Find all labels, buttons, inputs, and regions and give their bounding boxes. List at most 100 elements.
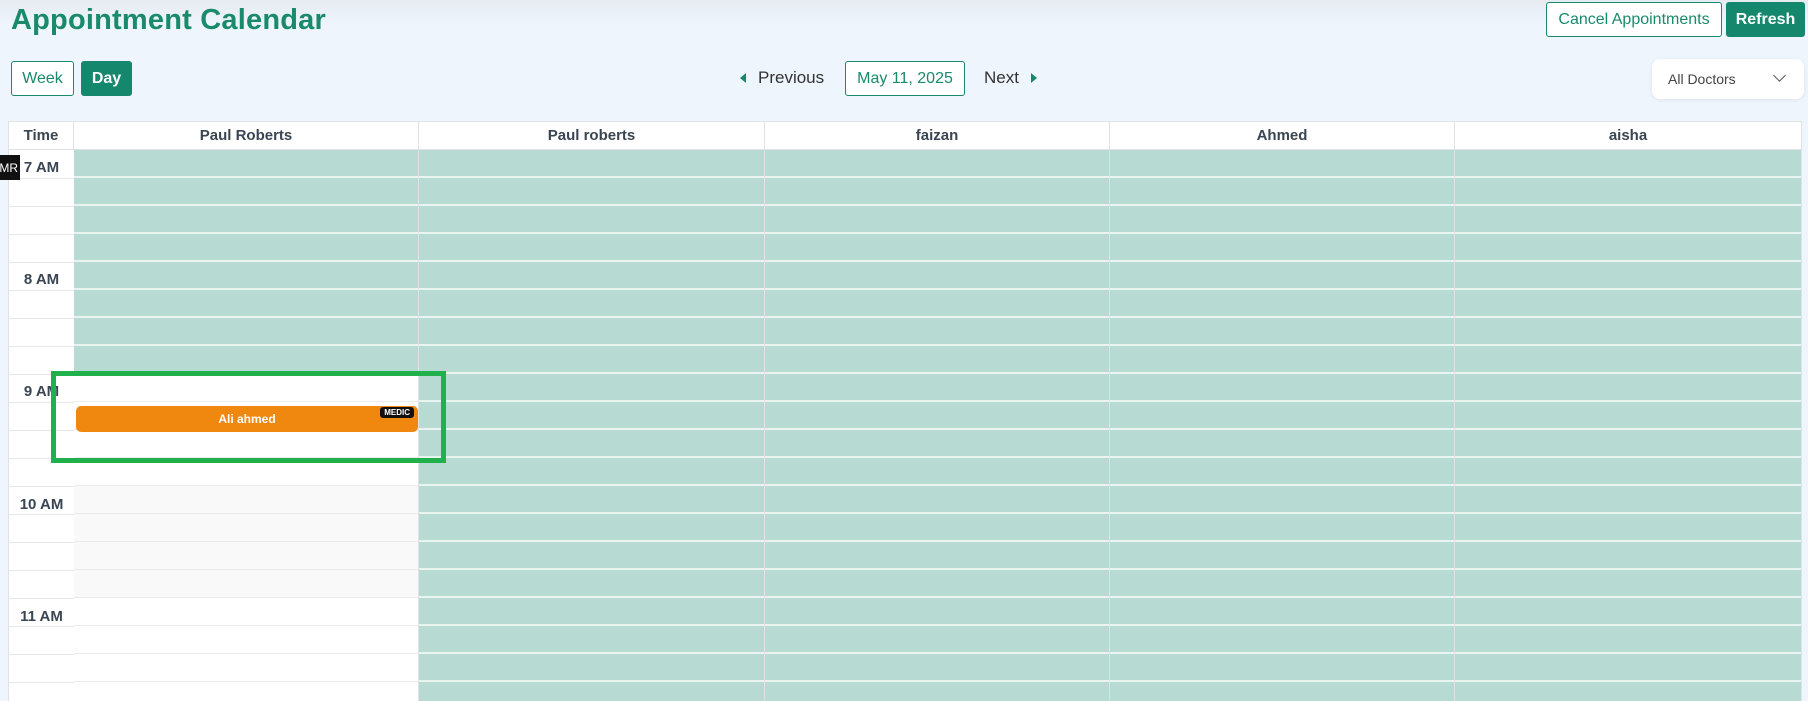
time-slot-cell[interactable] xyxy=(1455,682,1801,701)
time-slot-cell[interactable] xyxy=(419,682,764,701)
time-slot-cell[interactable] xyxy=(74,514,418,542)
time-slot-cell[interactable] xyxy=(1110,598,1454,626)
time-slot-cell[interactable] xyxy=(1110,514,1454,542)
time-slot-cell[interactable] xyxy=(74,682,418,701)
time-slot-cell[interactable] xyxy=(1455,654,1801,682)
time-slot-cell[interactable] xyxy=(74,346,418,374)
time-slot-cell[interactable] xyxy=(765,402,1109,430)
time-slot-cell[interactable] xyxy=(1455,486,1801,514)
time-slot-cell[interactable] xyxy=(419,654,764,682)
time-slot-cell[interactable] xyxy=(1455,458,1801,486)
time-slot-cell[interactable] xyxy=(74,598,418,626)
time-slot-cell[interactable] xyxy=(1455,542,1801,570)
time-slot-cell[interactable] xyxy=(1110,486,1454,514)
time-slot-cell[interactable] xyxy=(765,542,1109,570)
time-slot-cell[interactable] xyxy=(419,542,764,570)
time-slot-cell[interactable] xyxy=(1455,402,1801,430)
time-slot-cell[interactable] xyxy=(765,654,1109,682)
time-slot-cell[interactable] xyxy=(765,318,1109,346)
time-slot-cell[interactable] xyxy=(765,514,1109,542)
time-slot-cell[interactable] xyxy=(419,626,764,654)
time-slot-cell[interactable] xyxy=(765,234,1109,262)
time-slot-cell[interactable] xyxy=(1455,150,1801,178)
time-slot-cell[interactable] xyxy=(765,262,1109,290)
time-slot-cell[interactable] xyxy=(74,654,418,682)
time-slot-cell[interactable] xyxy=(1455,290,1801,318)
time-slot-cell[interactable] xyxy=(1110,542,1454,570)
time-slot-cell[interactable] xyxy=(765,290,1109,318)
time-slot-cell[interactable] xyxy=(74,374,418,402)
time-slot-cell[interactable] xyxy=(765,486,1109,514)
time-slot-cell[interactable] xyxy=(1455,626,1801,654)
time-slot-cell[interactable] xyxy=(1110,654,1454,682)
time-slot-cell[interactable] xyxy=(419,430,764,458)
time-slot-cell[interactable] xyxy=(74,542,418,570)
time-slot-cell[interactable] xyxy=(1110,290,1454,318)
time-slot-cell[interactable] xyxy=(1110,570,1454,598)
time-slot-cell[interactable] xyxy=(1455,598,1801,626)
time-slot-cell[interactable] xyxy=(1110,374,1454,402)
time-slot-cell[interactable] xyxy=(1455,430,1801,458)
time-slot-cell[interactable] xyxy=(74,206,418,234)
time-slot-cell[interactable] xyxy=(765,374,1109,402)
time-slot-cell[interactable] xyxy=(1110,318,1454,346)
time-slot-cell[interactable] xyxy=(1110,402,1454,430)
time-slot-cell[interactable] xyxy=(1110,206,1454,234)
appointment-event[interactable]: Ali ahmed MEDIC xyxy=(76,406,418,432)
time-slot-cell[interactable] xyxy=(1455,570,1801,598)
time-slot-cell[interactable] xyxy=(419,346,764,374)
time-slot-cell[interactable] xyxy=(1455,234,1801,262)
time-slot-cell[interactable] xyxy=(419,402,764,430)
time-slot-cell[interactable] xyxy=(74,318,418,346)
time-slot-cell[interactable] xyxy=(74,290,418,318)
time-slot-cell[interactable] xyxy=(419,458,764,486)
time-slot-cell[interactable] xyxy=(419,262,764,290)
time-slot-cell[interactable] xyxy=(74,626,418,654)
time-slot-cell[interactable] xyxy=(765,626,1109,654)
time-slot-cell[interactable] xyxy=(74,234,418,262)
week-view-button[interactable]: Week xyxy=(11,61,74,96)
time-slot-cell[interactable] xyxy=(419,234,764,262)
time-slot-cell[interactable] xyxy=(419,150,764,178)
time-slot-cell[interactable] xyxy=(419,178,764,206)
time-slot-cell[interactable] xyxy=(1110,682,1454,701)
doctor-filter-select[interactable]: All Doctors xyxy=(1652,59,1804,99)
time-slot-cell[interactable] xyxy=(74,430,418,458)
time-slot-cell[interactable] xyxy=(765,346,1109,374)
time-slot-cell[interactable] xyxy=(765,150,1109,178)
cancel-appointments-button[interactable]: Cancel Appointments xyxy=(1546,2,1722,37)
time-slot-cell[interactable] xyxy=(1110,346,1454,374)
time-slot-cell[interactable] xyxy=(765,458,1109,486)
time-slot-cell[interactable] xyxy=(1455,318,1801,346)
time-slot-cell[interactable] xyxy=(74,178,418,206)
time-slot-cell[interactable] xyxy=(74,262,418,290)
time-slot-cell[interactable] xyxy=(1110,626,1454,654)
time-slot-cell[interactable] xyxy=(1455,262,1801,290)
time-slot-cell[interactable] xyxy=(1110,234,1454,262)
time-slot-cell[interactable] xyxy=(419,570,764,598)
time-slot-cell[interactable] xyxy=(419,486,764,514)
next-button[interactable]: Next xyxy=(984,68,1037,88)
date-picker-button[interactable]: May 11, 2025 xyxy=(845,61,965,96)
time-slot-cell[interactable] xyxy=(1455,514,1801,542)
time-slot-cell[interactable] xyxy=(1455,374,1801,402)
refresh-button[interactable]: Refresh xyxy=(1726,2,1805,37)
time-slot-cell[interactable] xyxy=(74,150,418,178)
time-slot-cell[interactable] xyxy=(419,290,764,318)
time-slot-cell[interactable] xyxy=(765,570,1109,598)
time-slot-cell[interactable] xyxy=(765,178,1109,206)
time-slot-cell[interactable] xyxy=(1110,458,1454,486)
time-slot-cell[interactable] xyxy=(419,206,764,234)
time-slot-cell[interactable] xyxy=(419,318,764,346)
time-slot-cell[interactable] xyxy=(419,514,764,542)
time-slot-cell[interactable] xyxy=(765,598,1109,626)
day-view-button[interactable]: Day xyxy=(81,61,132,96)
time-slot-cell[interactable] xyxy=(74,570,418,598)
time-slot-cell[interactable] xyxy=(1455,346,1801,374)
time-slot-cell[interactable] xyxy=(765,430,1109,458)
previous-button[interactable]: Previous xyxy=(740,68,824,88)
time-slot-cell[interactable] xyxy=(1455,178,1801,206)
time-slot-cell[interactable] xyxy=(419,598,764,626)
time-slot-cell[interactable] xyxy=(1110,178,1454,206)
time-slot-cell[interactable] xyxy=(1455,206,1801,234)
